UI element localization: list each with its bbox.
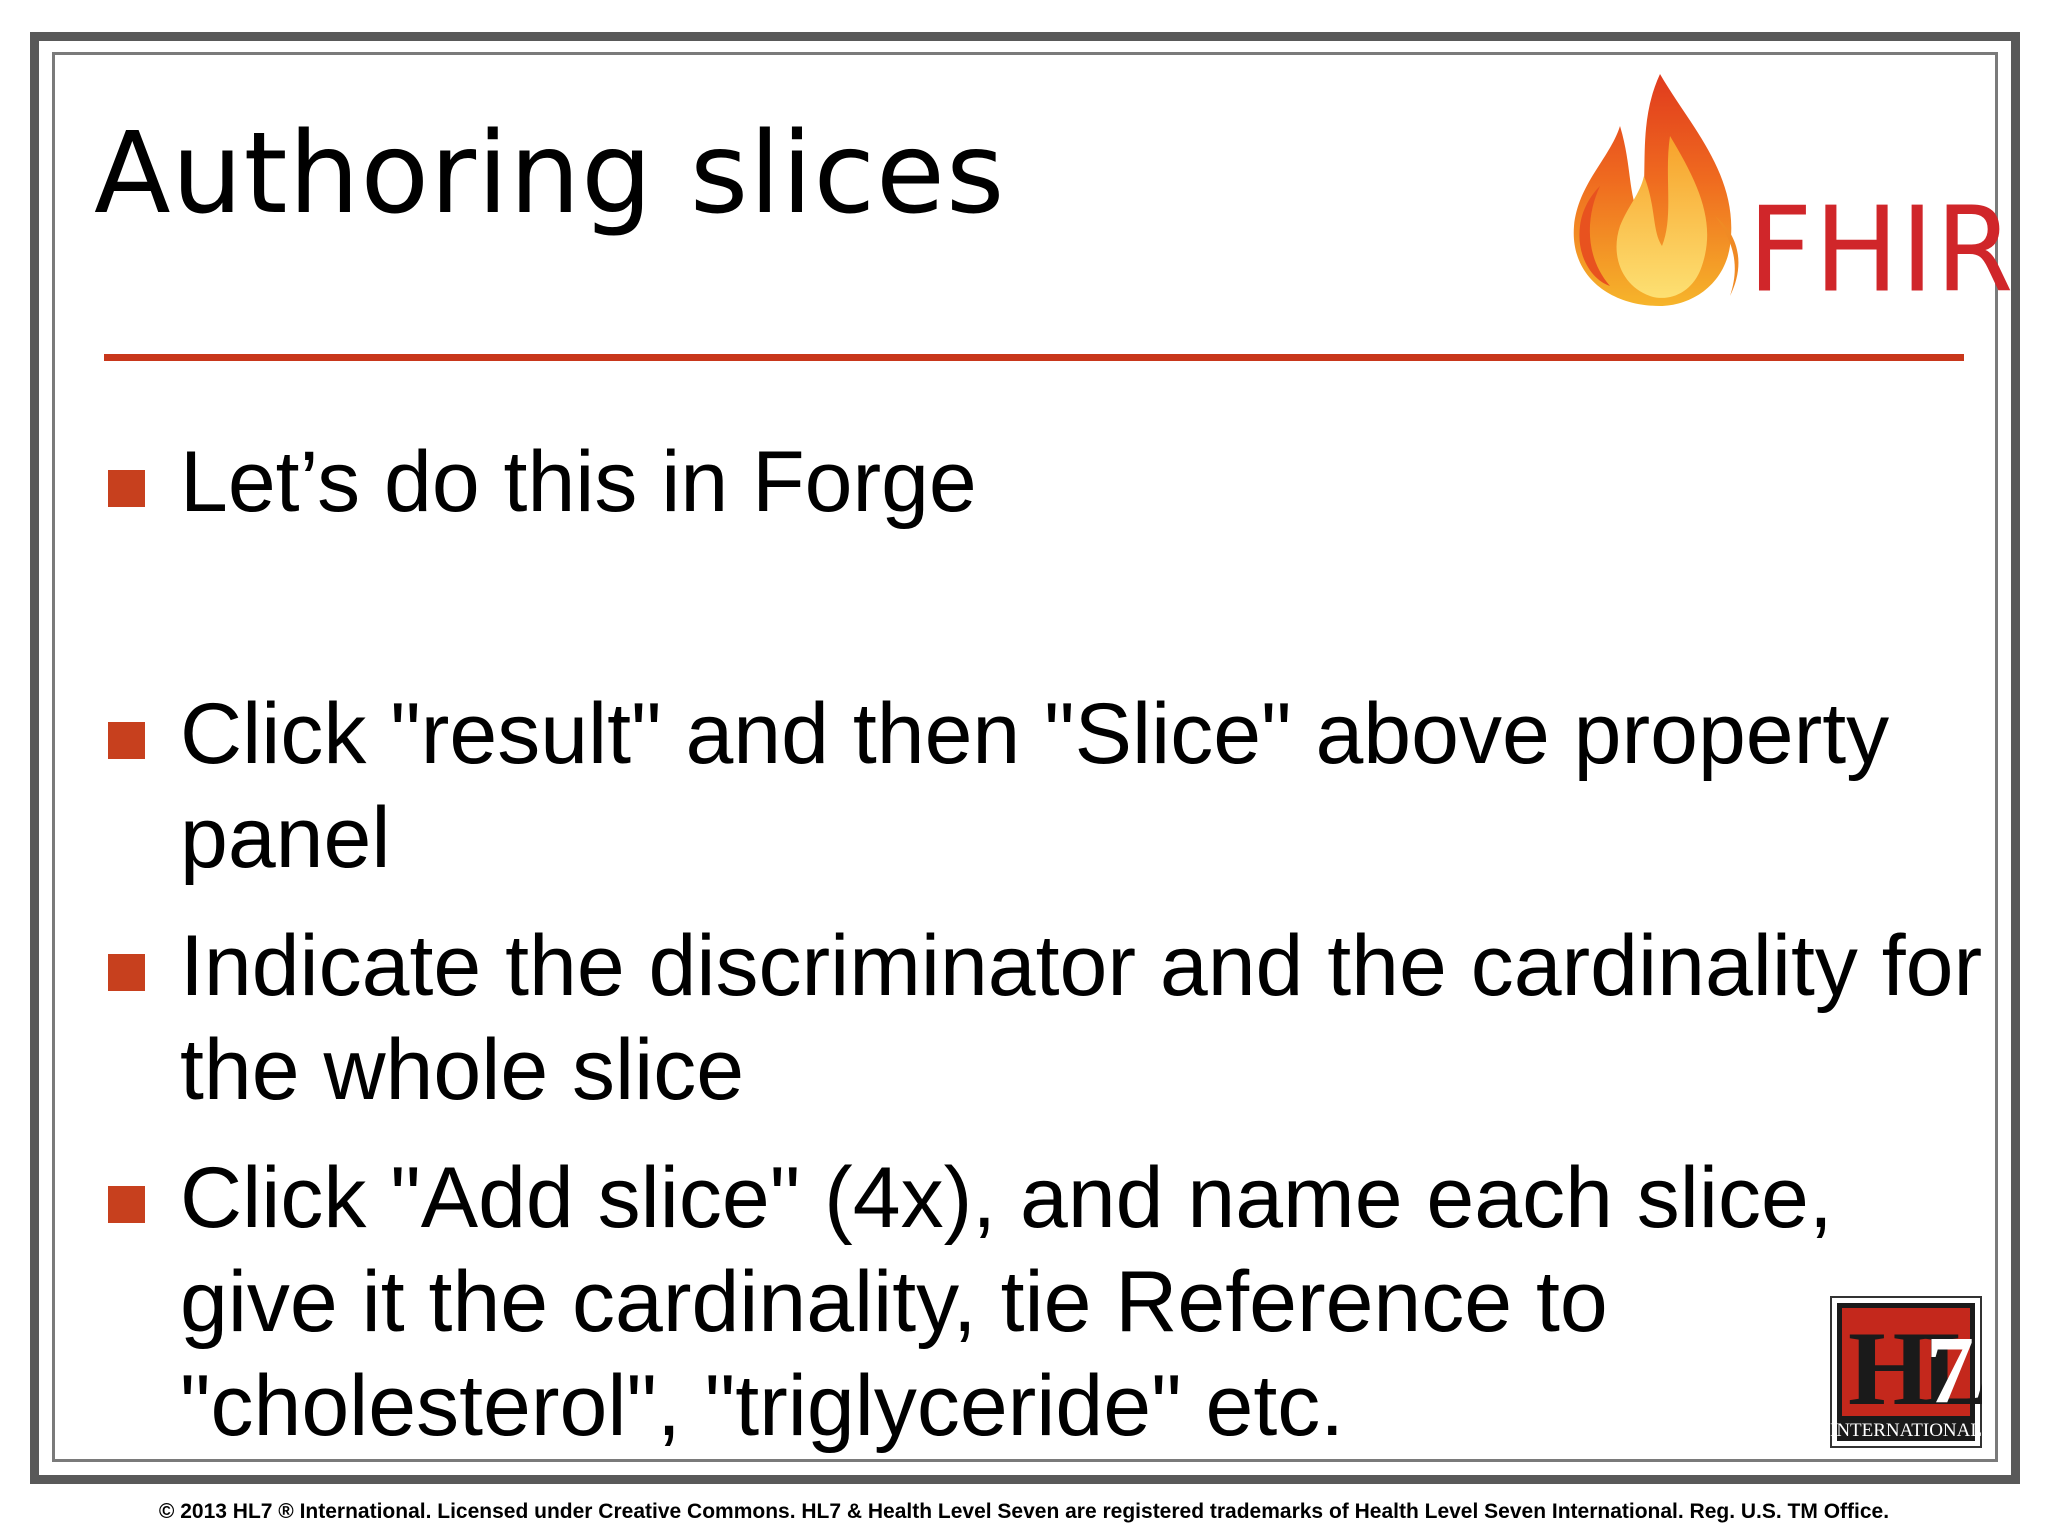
square-bullet-icon bbox=[108, 1186, 145, 1223]
slide-title: Authoring slices bbox=[94, 109, 1006, 239]
hl7-logo-icon: HL 7 INTERNATIONAL bbox=[1830, 1296, 1982, 1448]
bullet-text: Let’s do this in Forge bbox=[180, 434, 977, 530]
copyright-footer: © 2013 HL7 ® International. Licensed und… bbox=[158, 1500, 1890, 1523]
fhir-logo-text: FHIR bbox=[1748, 182, 2016, 320]
square-bullet-icon bbox=[108, 954, 145, 991]
square-bullet-icon bbox=[108, 470, 145, 507]
title-divider bbox=[104, 354, 1964, 361]
svg-text:7: 7 bbox=[1926, 1316, 1974, 1423]
square-bullet-icon bbox=[108, 722, 145, 759]
bullet-text: Click "Add slice" (4x), and name each sl… bbox=[180, 1150, 1833, 1454]
bullet-text: Click "result" and then "Slice" above pr… bbox=[180, 686, 1890, 886]
svg-text:INTERNATIONAL: INTERNATIONAL bbox=[1830, 1420, 1982, 1441]
bullet-text: Indicate the discriminator and the cardi… bbox=[180, 918, 1983, 1118]
